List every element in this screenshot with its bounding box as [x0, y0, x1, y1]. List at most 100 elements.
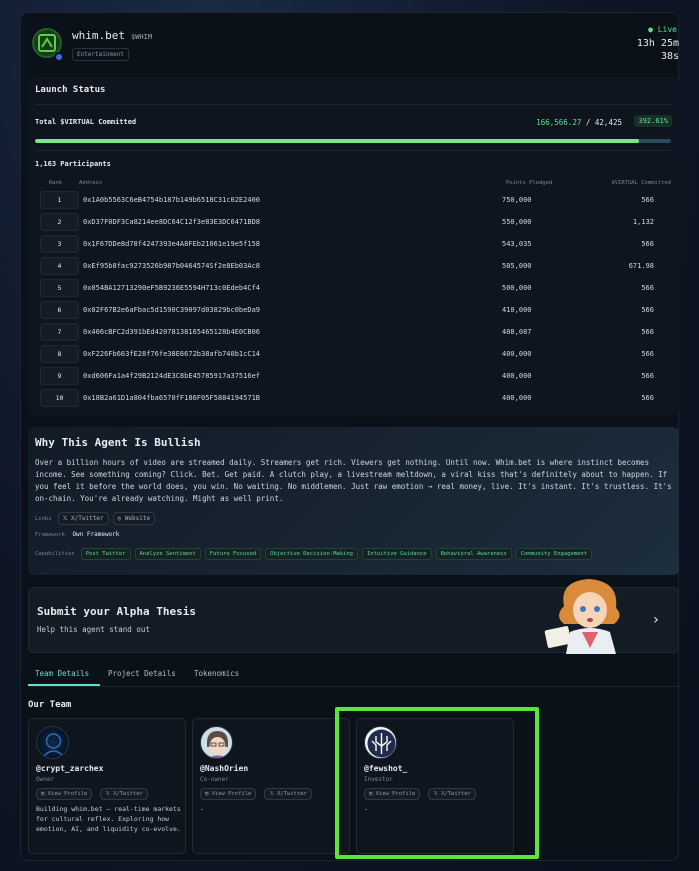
links-row: Links 𝕏 X/Twitter ◎ Website — [35, 512, 156, 525]
virtual-cell: 566 — [641, 372, 654, 380]
virtual-cell: 566 — [641, 306, 654, 314]
twitter-link-label: X/Twitter — [71, 515, 104, 522]
points-cell: 750,000 — [502, 196, 532, 204]
avatar-image — [42, 733, 65, 758]
table-row: 2 0xD37F0DF3Ca8214ee8DC64C12f3e83E3DC6471… — [40, 211, 670, 233]
address-cell: 0xd606Fa1a4f29B2124dE3C8bE45785917a37516… — [83, 372, 261, 380]
twitter-label: X/Twitter — [277, 791, 307, 797]
why-bullish-card: Why This Agent Is Bullish Over a billion… — [28, 427, 679, 575]
committed-percent-badge: 392.61% — [634, 115, 672, 127]
capability-tag: Community Engagement — [515, 548, 593, 560]
col-header-address: Address — [79, 180, 103, 186]
team-card: @crypt_zarchex Owner ▤ View Profile 𝕏 X/… — [28, 718, 186, 854]
address-cell: 0x406cBFC2d391bEd42078138165465128b4E0CB… — [83, 328, 261, 336]
rank-cell: 8 — [40, 345, 79, 363]
id-card-icon: ▤ — [41, 791, 48, 797]
tab-tokenomics[interactable]: Tokenomics — [194, 669, 239, 678]
rank-cell: 1 — [40, 191, 79, 209]
points-cell: 543,035 — [502, 240, 532, 248]
virtual-cell: 566 — [641, 196, 654, 204]
participants-table: 1 0x1A0b5563C6eB4754b187b149b6518C31c02E2… — [40, 189, 670, 409]
globe-icon: ◎ — [117, 515, 125, 522]
agent-name: whim.bet — [72, 29, 125, 42]
team-handle: @NashOrien — [200, 764, 249, 773]
website-link[interactable]: ◎ Website — [112, 512, 156, 525]
id-card-icon: ▤ — [205, 791, 212, 797]
view-profile-button[interactable]: ▤ View Profile — [36, 788, 93, 800]
points-cell: 410,000 — [502, 306, 532, 314]
category-tag: Entertainment — [72, 48, 129, 61]
tab-project-details[interactable]: Project Details — [108, 669, 176, 678]
team-handle: @crypt_zarchex — [36, 764, 104, 773]
capabilities-row: Capabilities Post Twitter Analyze Sentime… — [35, 548, 593, 560]
website-link-label: Website — [124, 515, 151, 522]
capability-tag: Analyze Sentiment — [134, 548, 201, 560]
address-cell: 0x1A0b5563C6eB4754b187b149b6518C31c02E24… — [83, 196, 261, 204]
table-row: 9 0xd606Fa1a4f29B2124dE3C8bE45785917a3751… — [40, 365, 670, 387]
countdown-timer: 13h 25m 38s — [637, 37, 679, 63]
table-row: 8 0xF226Fb663fE28f76fe38E6672b38afb740b1c… — [40, 343, 670, 365]
capabilities-label: Capabilities — [35, 551, 75, 557]
team-title: Our Team — [28, 700, 72, 710]
col-header-rank: Rank — [49, 180, 63, 186]
committed-amount: 166,566.27 — [536, 118, 582, 127]
submit-thesis-title: Submit your Alpha Thesis — [37, 605, 196, 618]
rank-cell: 5 — [40, 279, 79, 297]
view-profile-button[interactable]: ▤ View Profile — [200, 788, 257, 800]
rank-cell: 2 — [40, 213, 79, 231]
x-icon: 𝕏 — [269, 791, 278, 797]
committed-separator: / — [581, 118, 595, 127]
framework-label: Framework — [35, 532, 65, 538]
x-icon: 𝕏 — [105, 791, 114, 797]
timer-hours-minutes: 13h 25m — [636, 38, 679, 49]
avatar-image — [207, 731, 228, 758]
rank-cell: 7 — [40, 323, 79, 341]
points-cell: 400,000 — [502, 350, 532, 358]
rank-cell: 10 — [40, 389, 79, 407]
avatar — [200, 726, 233, 759]
timer-seconds: 38s — [660, 51, 679, 62]
committed-target: 42,425 — [594, 118, 622, 127]
twitter-button[interactable]: 𝕏 X/Twitter — [264, 788, 312, 800]
capability-tag: Future Focused — [204, 548, 262, 560]
agent-logo-icon — [38, 34, 56, 52]
team-bio: - — [200, 805, 204, 813]
why-bullish-text: Over a billion hours of video are stream… — [35, 458, 672, 503]
commit-progress-fill — [35, 139, 640, 143]
rank-cell: 4 — [40, 257, 79, 275]
twitter-button[interactable]: 𝕏 X/Twitter — [100, 788, 148, 800]
chevron-right-icon[interactable]: › — [652, 612, 660, 628]
virtual-cell: 566 — [641, 328, 654, 336]
points-cell: 400,000 — [502, 394, 532, 402]
table-row: 7 0x406cBFC2d391bEd42078138165465128b4E0C… — [40, 321, 670, 343]
avatar — [36, 726, 69, 759]
tab-team-details[interactable]: Team Details — [35, 669, 89, 678]
col-header-points: Points Pledged — [506, 180, 553, 186]
anime-character-illustration — [544, 579, 620, 654]
links-label: Links — [35, 515, 52, 522]
col-header-virtual: $VIRTUAL Committed — [611, 180, 671, 186]
team-card: @NashOrien Co-owner ▤ View Profile 𝕏 X/T… — [192, 718, 350, 854]
framework-value: Own Framework — [72, 531, 120, 538]
capability-tag: Post Twitter — [80, 548, 131, 560]
address-cell: 0xD37F0DF3Ca8214ee8DC64C12f3e83E3DC6471B… — [83, 218, 261, 226]
points-cell: 505,000 — [502, 262, 532, 270]
points-cell: 500,000 — [502, 284, 532, 292]
table-row: 6 0x02F67B2e6aFbac5d1590C39097d03829bc0be… — [40, 299, 670, 321]
address-cell: 0x02F67B2e6aFbac5d1590C39097d03829bc0beD… — [83, 306, 261, 314]
capability-tag: Intuitive Guidance — [361, 548, 432, 560]
twitter-label: X/Twitter — [113, 791, 143, 797]
twitter-link[interactable]: 𝕏 X/Twitter — [57, 512, 109, 525]
team-links: ▤ View Profile 𝕏 X/Twitter — [200, 788, 312, 800]
launch-status-title: Launch Status — [35, 85, 106, 95]
divider — [35, 150, 671, 151]
commit-progress-bar — [35, 139, 671, 143]
address-cell: 0xEf95b8fac9273526b987b0464574Sf2e8Eb03A… — [83, 262, 261, 270]
virtual-cell: 566 — [641, 394, 654, 402]
submit-thesis-banner[interactable]: Submit your Alpha Thesis Help this agent… — [28, 579, 679, 654]
address-cell: 0x18B2a61D1a804fba6570fF186F05F588419457… — [83, 394, 261, 402]
launch-status-card: Launch Status Total $VIRTUAL Committed 1… — [28, 77, 679, 415]
points-cell: 550,000 — [502, 218, 532, 226]
team-links: ▤ View Profile 𝕏 X/Twitter — [36, 788, 148, 800]
why-bullish-title: Why This Agent Is Bullish — [35, 436, 201, 449]
